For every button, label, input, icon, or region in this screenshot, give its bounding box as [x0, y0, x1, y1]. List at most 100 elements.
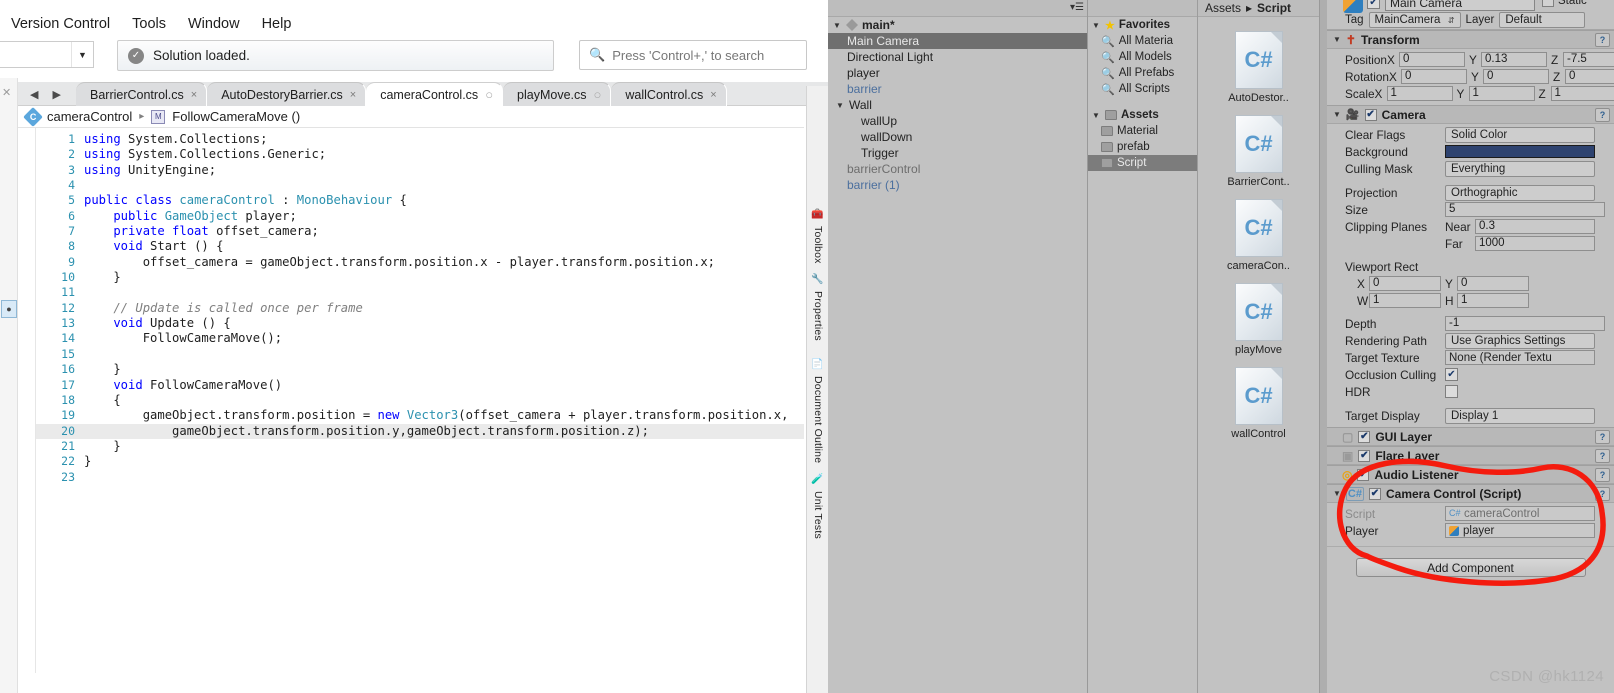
tab-next-icon[interactable]: ▶ [52, 88, 60, 101]
code-line[interactable]: 19 gameObject.transform.position = new V… [36, 408, 804, 423]
culling-mask-dropdown[interactable]: Everything [1445, 160, 1595, 177]
axis-input[interactable]: 1 [1550, 86, 1614, 101]
project-folder-item[interactable]: Script [1088, 155, 1197, 171]
close-icon[interactable]: ✕ [2, 86, 11, 99]
code-editor[interactable]: 1 using System.Collections; 2 using System.… [18, 128, 804, 673]
vertical-tool-tab[interactable]: 🧰 Toolbox [807, 206, 829, 264]
breadcrumb-class[interactable]: cameraControl [47, 109, 132, 124]
vertical-tool-tab[interactable]: 🧪 Unit Tests [807, 471, 829, 539]
hierarchy-item[interactable]: barrier [828, 81, 1087, 97]
favorites-row[interactable]: ▼ ★ Favorites [1088, 17, 1197, 33]
component-header[interactable]: ▢ ✔ GUI Layer? [1327, 427, 1614, 446]
breadcrumb-script[interactable]: Script [1257, 1, 1291, 15]
component-enabled-checkbox[interactable]: ✔ [1357, 468, 1370, 481]
rendering-path-dropdown[interactable]: Use Graphics Settings [1445, 332, 1595, 349]
occlusion-culling-checkbox[interactable]: ✔ [1445, 368, 1458, 381]
script-object-field[interactable]: C# cameraControl [1445, 506, 1595, 521]
chevron-down-icon[interactable]: ▼ [1333, 35, 1341, 44]
transform-component-header[interactable]: ▼ ✝ Transform ? [1327, 30, 1614, 49]
favorite-item[interactable]: 🔍 All Materia [1088, 33, 1197, 49]
code-line[interactable]: 15 [36, 347, 804, 362]
search-input[interactable]: 🔍 Press 'Control+,' to search [579, 40, 807, 70]
axis-input[interactable]: 1 [1468, 86, 1535, 101]
viewport-w-input[interactable]: 1 [1369, 293, 1441, 308]
camera-enabled-checkbox[interactable]: ✔ [1364, 108, 1377, 121]
script-enabled-checkbox[interactable]: ✔ [1368, 487, 1381, 500]
code-line[interactable]: 21 } [36, 439, 804, 454]
chevron-down-icon[interactable]: ▼ [1092, 111, 1101, 120]
hierarchy-item[interactable]: Main Camera [828, 33, 1087, 49]
component-header[interactable]: ◎ ✔ Audio Listener? [1327, 465, 1614, 484]
code-line[interactable]: 2 using System.Collections.Generic; [36, 147, 804, 162]
configuration-dropdown[interactable]: ▼ [0, 41, 94, 68]
code-line[interactable]: 9 offset_camera = gameObject.transform.p… [36, 255, 804, 270]
hierarchy-item[interactable]: wallDown [828, 129, 1087, 145]
hierarchy-item[interactable]: Directional Light [828, 49, 1087, 65]
near-input[interactable]: 0.3 [1475, 219, 1595, 234]
camera-component-header[interactable]: ▼ 🎥 ✔ Camera ? [1327, 105, 1614, 124]
hierarchy-item[interactable]: player [828, 65, 1087, 81]
help-icon[interactable]: ? [1595, 449, 1610, 463]
clear-flags-dropdown[interactable]: Solid Color [1445, 126, 1595, 143]
tab-prev-icon[interactable]: ◀ [30, 88, 38, 101]
editor-tab[interactable]: playMove.cs ○ [503, 82, 612, 106]
asset-item[interactable]: C# AutoDestor.. [1198, 31, 1319, 104]
assets-row[interactable]: ▼ Assets [1088, 107, 1197, 123]
editor-tab[interactable]: cameraControl.cs ○ [366, 82, 504, 106]
hierarchy-item[interactable]: Trigger [828, 145, 1087, 161]
asset-item[interactable]: C# cameraCon.. [1198, 199, 1319, 272]
code-line[interactable]: 17 void FollowCameraMove() [36, 378, 804, 393]
viewport-y-input[interactable]: 0 [1457, 276, 1529, 291]
code-line[interactable]: 20 gameObject.transform.position.y,gameO… [36, 423, 804, 439]
hierarchy-item[interactable]: ▼ Wall [828, 97, 1087, 113]
tag-dropdown[interactable]: MainCamera ⇵ [1368, 12, 1461, 28]
find-icon[interactable]: ● [1, 300, 17, 318]
gameobject-active-checkbox[interactable]: ✔ [1367, 0, 1380, 9]
favorite-item[interactable]: 🔍 All Models [1088, 49, 1197, 65]
viewport-x-input[interactable]: 0 [1369, 276, 1441, 291]
code-line[interactable]: 3 using UnityEngine; [36, 163, 804, 178]
modified-dot-icon[interactable]: ○ [485, 88, 493, 101]
chevron-down-icon[interactable]: ▼ [833, 21, 842, 30]
code-line[interactable]: 10 } [36, 270, 804, 285]
chevron-down-icon[interactable]: ▼ [71, 42, 93, 67]
favorite-item[interactable]: 🔍 All Prefabs [1088, 65, 1197, 81]
script-component-header[interactable]: ▼ C# ✔ Camera Control (Script) ? [1327, 484, 1614, 503]
asset-item[interactable]: C# BarrierCont.. [1198, 115, 1319, 188]
editor-tab[interactable]: AutoDestoryBarrier.cs × [207, 82, 367, 106]
component-enabled-checkbox[interactable]: ✔ [1358, 449, 1371, 462]
chevron-down-icon[interactable]: ▼ [1333, 110, 1341, 119]
menu-item-window[interactable]: Window [177, 16, 251, 32]
far-input[interactable]: 1000 [1475, 236, 1595, 251]
gameobject-name-field[interactable]: Main Camera [1385, 0, 1535, 11]
code-lines[interactable]: 1 using System.Collections; 2 using System.… [36, 128, 804, 673]
menu-item-version-control[interactable]: Version Control [0, 16, 121, 32]
hdr-checkbox[interactable] [1445, 385, 1458, 398]
code-line[interactable]: 6 public GameObject player; [36, 209, 804, 224]
help-icon[interactable]: ? [1595, 33, 1610, 47]
background-color-swatch[interactable] [1445, 145, 1595, 158]
help-icon[interactable]: ? [1595, 430, 1610, 444]
layer-dropdown[interactable]: Default [1499, 12, 1586, 28]
code-line[interactable]: 8 void Start () { [36, 239, 804, 254]
axis-input[interactable]: 0 [1564, 69, 1614, 84]
hierarchy-item[interactable]: barrierControl [828, 161, 1087, 177]
vertical-tool-tab[interactable]: 🔧 Properties [807, 271, 829, 341]
code-line[interactable]: 14 FollowCameraMove(); [36, 331, 804, 346]
code-line[interactable]: 5 public class cameraControl : MonoBehavi… [36, 193, 804, 208]
chevron-down-icon[interactable]: ▼ [836, 101, 845, 110]
code-line[interactable]: 12 // Update is called once per frame [36, 301, 804, 316]
close-icon[interactable]: × [710, 89, 716, 101]
axis-input[interactable]: -7.5 [1562, 52, 1614, 67]
hierarchy-scene-row[interactable]: ▼ main* [828, 17, 1087, 33]
favorite-item[interactable]: 🔍 All Scripts [1088, 81, 1197, 97]
vertical-tool-tab[interactable]: 📄 Document Outline [807, 356, 829, 463]
editor-tab[interactable]: wallControl.cs × [611, 82, 727, 106]
asset-item[interactable]: C# wallControl [1198, 367, 1319, 440]
projection-dropdown[interactable]: Orthographic [1445, 184, 1595, 201]
code-line[interactable]: 11 [36, 285, 804, 300]
help-icon[interactable]: ? [1595, 108, 1610, 122]
code-line[interactable]: 23 [36, 470, 804, 485]
menu-item-help[interactable]: Help [251, 16, 303, 32]
viewport-h-input[interactable]: 1 [1457, 293, 1529, 308]
